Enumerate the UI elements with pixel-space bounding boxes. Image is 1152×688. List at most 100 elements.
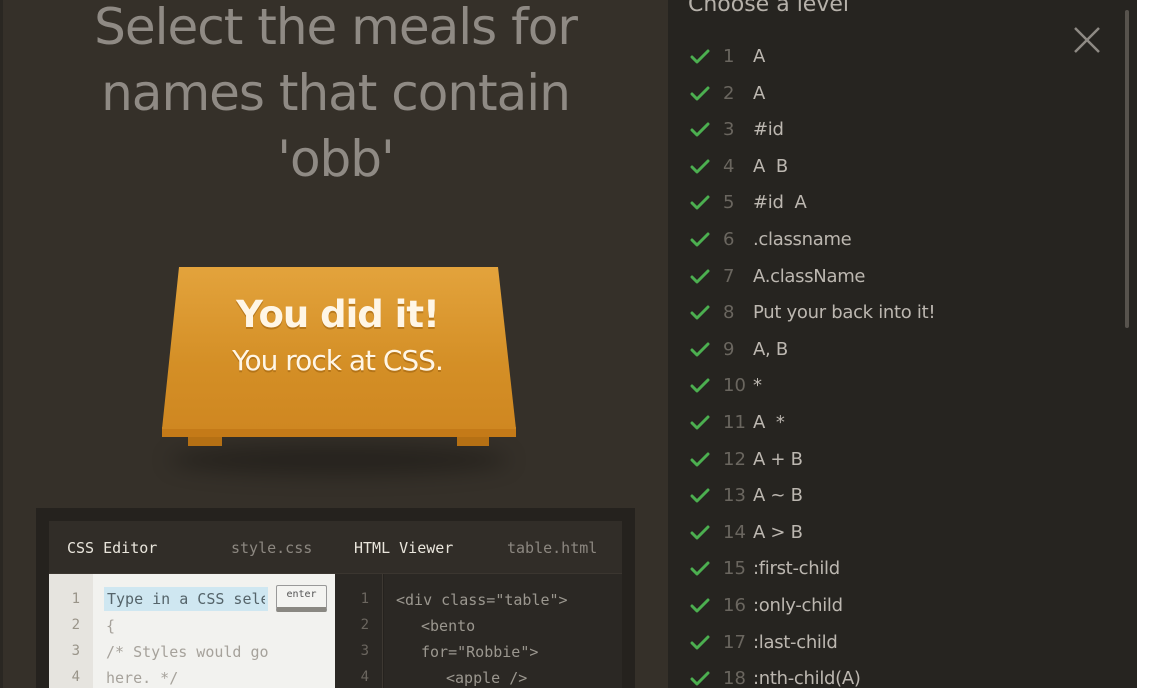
level-item[interactable]: 15 :first-child	[690, 558, 1070, 584]
level-name: Put your back into it!	[753, 302, 936, 324]
level-number: 10	[723, 375, 746, 397]
win-title: You did it!	[236, 293, 440, 336]
level-item[interactable]: 4 A B	[690, 156, 1070, 182]
css-code-line: here. */	[106, 669, 179, 687]
checkmark-icon	[690, 232, 710, 247]
checkmark-icon	[690, 671, 710, 686]
checkmark-icon	[690, 269, 710, 284]
checkmark-icon	[690, 635, 710, 650]
level-number: 12	[723, 448, 746, 470]
level-number: 1	[723, 46, 735, 67]
level-item[interactable]: 7 A.className	[690, 266, 1070, 292]
level-number: 9	[723, 338, 735, 360]
level-item[interactable]: 9 A, B	[690, 339, 1070, 365]
level-number: 13	[723, 485, 746, 507]
level-name: :only-child	[753, 595, 843, 616]
checkmark-icon	[690, 452, 710, 467]
editor-frame: CSS Editor style.css HTML Viewer table.h…	[36, 508, 635, 688]
level-name: A B	[753, 155, 788, 177]
level-item[interactable]: 11 A *	[690, 412, 1070, 438]
checkmark-icon	[690, 378, 710, 393]
level-name: A, B	[753, 338, 788, 360]
editor-header: CSS Editor style.css HTML Viewer table.h…	[49, 521, 622, 574]
level-number: 16	[723, 595, 746, 616]
html-viewer-title: HTML Viewer	[354, 539, 454, 557]
html-code-line[interactable]: <bento	[421, 617, 475, 635]
sidebar-scrollbar[interactable]	[1125, 10, 1129, 328]
level-number: 6	[723, 229, 735, 250]
level-name: A > B	[753, 521, 803, 543]
level-number: 4	[723, 155, 735, 177]
bento-table: You did it! You rock at CSS.	[159, 267, 516, 475]
level-name: #id	[753, 119, 784, 141]
instruction-line-1: Select the meals for	[94, 0, 578, 56]
level-name: #id A	[753, 192, 807, 214]
instruction-line-3: 'obb'	[277, 130, 395, 188]
css-editor-filename: style.css	[231, 539, 313, 557]
checkmark-icon	[690, 49, 710, 64]
checkmark-icon	[690, 305, 710, 320]
level-item[interactable]: 13 A ~ B	[690, 485, 1070, 511]
css-line-number: 4	[71, 669, 80, 685]
level-item[interactable]: 16 :only-child	[690, 595, 1070, 621]
level-item[interactable]: 10 *	[690, 375, 1070, 401]
css-editor-body: enter { /* Styles would go here. */	[93, 574, 335, 688]
level-item[interactable]: 5 #id A	[690, 192, 1070, 218]
level-item[interactable]: 1A	[690, 46, 1070, 72]
level-item[interactable]: 2A	[690, 83, 1070, 109]
close-icon[interactable]	[1071, 24, 1103, 56]
html-viewer-body: <div class="table"> <bento for="Robbie">…	[384, 574, 622, 688]
page-right-edge	[1137, 0, 1152, 688]
level-number: 5	[723, 192, 735, 214]
level-item[interactable]: 6 .classname	[690, 229, 1070, 255]
level-name: A	[753, 82, 766, 104]
level-name: :last-child	[753, 631, 838, 653]
enter-button[interactable]: enter	[276, 585, 327, 612]
level-name: :nth-child(A)	[753, 668, 861, 688]
html-line-number: 3	[360, 643, 369, 659]
level-name: A	[753, 46, 766, 67]
css-code-line: {	[106, 617, 116, 635]
level-name: :first-child	[753, 558, 840, 580]
checkmark-icon	[690, 86, 710, 101]
html-code-line[interactable]: <apple />	[446, 669, 527, 687]
level-item[interactable]: 17 :last-child	[690, 632, 1070, 658]
css-editor-gutter: 1 2 3 4	[49, 574, 93, 688]
level-item[interactable]: 14 A > B	[690, 522, 1070, 548]
level-number: 11	[723, 412, 746, 433]
level-name: A.className	[753, 265, 866, 287]
level-name: .classname	[753, 229, 852, 250]
sidebar-title: Choose a level	[688, 0, 850, 17]
html-code-line[interactable]: for="Robbie">	[421, 643, 538, 661]
main-panel: Select the meals for names that contain …	[3, 0, 668, 688]
instruction-line-2: names that contain	[101, 64, 571, 122]
level-number: 17	[723, 631, 746, 653]
level-item[interactable]: 12 A + B	[690, 449, 1070, 475]
css-selector-input[interactable]	[104, 587, 268, 611]
level-item[interactable]: 3 #id	[690, 119, 1070, 145]
html-viewer-gutter: 1 2 3 4	[335, 574, 383, 688]
checkmark-icon	[690, 561, 710, 576]
html-viewer-filename: table.html	[507, 539, 598, 557]
checkmark-icon	[690, 598, 710, 613]
checkmark-icon	[690, 195, 710, 210]
table-shadow	[169, 445, 509, 475]
checkmark-icon	[690, 122, 710, 137]
level-number: 18	[723, 668, 746, 688]
level-number: 8	[723, 302, 735, 324]
level-name: A + B	[753, 448, 803, 470]
checkmark-icon	[690, 159, 710, 174]
level-item[interactable]: 18 :nth-child(A)	[690, 668, 1070, 688]
checkmark-icon	[690, 415, 710, 430]
checkmark-icon	[690, 342, 710, 357]
html-line-number: 1	[360, 591, 369, 607]
css-line-number: 3	[71, 643, 80, 659]
level-name: *	[753, 375, 762, 397]
level-number: 15	[723, 558, 746, 580]
html-code-line[interactable]: <div class="table">	[396, 591, 568, 609]
level-item[interactable]: 8 Put your back into it!	[690, 302, 1070, 328]
css-line-number: 2	[71, 617, 80, 633]
level-name: A ~ B	[753, 485, 803, 507]
level-name: A *	[753, 412, 785, 433]
css-line-number: 1	[71, 591, 80, 607]
